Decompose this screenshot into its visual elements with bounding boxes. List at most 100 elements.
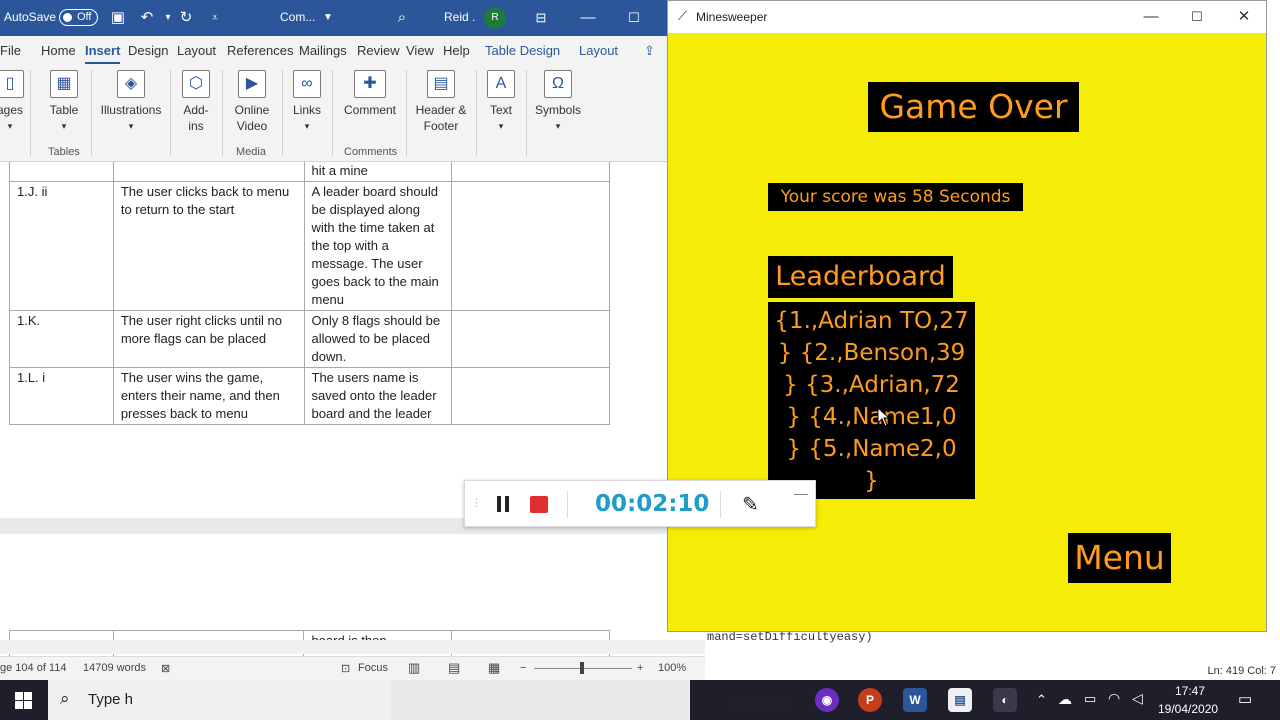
windows-start-icon[interactable] bbox=[15, 692, 32, 709]
proofing-icon[interactable]: ⊠ bbox=[161, 662, 170, 675]
table-cell-id[interactable]: 1.L. i bbox=[9, 367, 114, 425]
table-row: 1.L. i The user wins the game, enters th… bbox=[9, 367, 610, 425]
tab-help[interactable]: Help bbox=[443, 43, 470, 58]
table-button[interactable]: ▦ Table ▾ bbox=[44, 70, 84, 134]
maximize-icon[interactable]: ☐ bbox=[1187, 7, 1207, 27]
search-icon[interactable]: ⌕ bbox=[392, 8, 412, 28]
tab-references[interactable]: References bbox=[227, 43, 293, 58]
close-icon[interactable]: ✕ bbox=[1234, 7, 1254, 27]
document-canvas[interactable]: hit a mine 1.J. ii The user clicks back … bbox=[0, 162, 667, 658]
maximize-icon[interactable]: ☐ bbox=[624, 8, 644, 28]
tab-table-layout[interactable]: Layout bbox=[579, 43, 618, 58]
table-cell-result[interactable] bbox=[451, 310, 610, 368]
text-chevron-icon: ▾ bbox=[498, 121, 504, 131]
python-idle-icon[interactable]: ▤ bbox=[948, 688, 972, 712]
volume-icon[interactable]: ◁ bbox=[1132, 690, 1143, 707]
illustrations-button[interactable]: ◈ Illustrations ▾ bbox=[98, 70, 164, 134]
tab-table-design[interactable]: Table Design bbox=[485, 43, 560, 58]
zoom-in-button[interactable]: + bbox=[637, 662, 643, 674]
menu-button[interactable]: Menu bbox=[1068, 533, 1171, 583]
ribbon-display-icon[interactable]: ⊟ bbox=[531, 8, 551, 28]
table-cell-action[interactable]: The user right clicks until no more flag… bbox=[112, 310, 305, 368]
stop-icon[interactable] bbox=[530, 496, 548, 513]
code-editor[interactable]: mand=setDifficultyeasy) Ln: 419 Col: 7 bbox=[705, 630, 1280, 680]
save-icon[interactable]: ▣ bbox=[108, 8, 128, 28]
online-video-button[interactable]: ▶ Online Video bbox=[230, 70, 274, 134]
addins-button[interactable]: ⬡ Add- ins bbox=[178, 70, 214, 134]
document-name[interactable]: Com... bbox=[280, 10, 315, 24]
table-cell-result[interactable] bbox=[451, 181, 610, 311]
zoom-slider-thumb[interactable] bbox=[580, 662, 584, 674]
powerpoint-icon[interactable]: P bbox=[858, 688, 882, 712]
table-cell-id[interactable]: 1.K. bbox=[9, 310, 114, 368]
online-video-label: Online Video bbox=[234, 103, 270, 133]
pause-icon-bar[interactable] bbox=[505, 496, 509, 512]
drag-handle-icon[interactable]: ⋮ bbox=[471, 496, 482, 509]
user-name[interactable]: Reid . bbox=[444, 10, 475, 24]
tab-review[interactable]: Review bbox=[357, 43, 400, 58]
taskbar: ⌕ Type h Ln: 20 Col: 0 ◉ P W ▤ ◐ ⌃ ☁ ▭ ◠… bbox=[0, 680, 1280, 720]
minimize-icon[interactable]: — bbox=[1141, 7, 1161, 27]
code-line[interactable]: mand=setDifficultyeasy) bbox=[707, 630, 873, 644]
app-podcast-icon[interactable]: ◉ bbox=[815, 688, 839, 712]
table-cell-action[interactable] bbox=[112, 162, 305, 182]
taskbar-search-input[interactable]: ⌕ Type h bbox=[48, 680, 390, 720]
battery-icon[interactable]: ▭ bbox=[1084, 691, 1096, 707]
word-count[interactable]: 14709 words bbox=[83, 662, 146, 674]
read-mode-icon[interactable]: ▥ bbox=[408, 660, 420, 676]
tab-view[interactable]: View bbox=[406, 43, 434, 58]
zoom-out-button[interactable]: − bbox=[520, 662, 526, 674]
table-cell-expected[interactable]: hit a mine bbox=[303, 162, 453, 182]
onedrive-icon[interactable]: ☁ bbox=[1058, 691, 1072, 708]
text-label: Text bbox=[489, 103, 512, 117]
tab-layout[interactable]: Layout bbox=[177, 43, 216, 58]
tab-file[interactable]: File bbox=[0, 43, 21, 58]
word-icon[interactable]: W bbox=[903, 688, 927, 712]
table-cell-action[interactable]: The user wins the game, enters their nam… bbox=[112, 367, 305, 425]
table-cell-expected[interactable]: The users name is saved onto the leader … bbox=[303, 367, 453, 425]
autosave-toggle[interactable]: Off bbox=[59, 9, 98, 26]
table-cell-id[interactable]: 1.J. ii bbox=[9, 181, 114, 311]
print-layout-icon[interactable]: ▤ bbox=[448, 660, 460, 676]
collapse-icon[interactable]: — bbox=[794, 485, 808, 501]
tray-chevron-icon[interactable]: ⌃ bbox=[1036, 692, 1047, 708]
undo-dropdown-icon[interactable]: ▾ bbox=[158, 8, 178, 28]
links-button[interactable]: ∞ Links ▾ bbox=[290, 70, 324, 134]
pen-icon[interactable]: ✎ bbox=[742, 492, 759, 517]
undo-icon[interactable]: ↶ bbox=[137, 8, 157, 28]
pause-icon[interactable] bbox=[497, 496, 501, 512]
tab-insert[interactable]: Insert bbox=[85, 43, 121, 64]
screen-recorder-icon[interactable]: ◐ bbox=[993, 688, 1017, 712]
focus-icon[interactable]: ⊡ bbox=[341, 662, 350, 675]
pages-button[interactable]: ▯ ages ▾ bbox=[0, 70, 24, 134]
horizontal-scrollbar[interactable] bbox=[0, 640, 705, 654]
doc-name-chevron-icon[interactable]: ▼ bbox=[318, 8, 338, 28]
zoom-level[interactable]: 100% bbox=[658, 662, 686, 674]
share-icon[interactable]: ⇪ bbox=[644, 43, 655, 59]
table-cell-expected[interactable]: A leader board should be displayed along… bbox=[303, 181, 453, 311]
minimize-icon[interactable]: — bbox=[578, 8, 598, 28]
table-cell-id[interactable] bbox=[9, 162, 114, 182]
table-cell-expected[interactable]: Only 8 flags should be allowed to be pla… bbox=[303, 310, 453, 368]
comment-button[interactable]: ✚ Comment bbox=[340, 70, 400, 118]
text-button[interactable]: A Text ▾ bbox=[484, 70, 518, 134]
page-count[interactable]: ge 104 of 114 bbox=[0, 662, 66, 674]
tab-mailings[interactable]: Mailings bbox=[299, 43, 347, 58]
clock-date[interactable]: 19/04/2020 bbox=[1158, 702, 1218, 716]
clock-time[interactable]: 17:47 bbox=[1175, 684, 1205, 698]
wifi-icon[interactable]: ◠ bbox=[1108, 690, 1120, 707]
tab-design[interactable]: Design bbox=[128, 43, 168, 58]
mouse-cursor-icon bbox=[877, 407, 891, 427]
table-cell-result[interactable] bbox=[451, 162, 610, 182]
table-cell-result[interactable] bbox=[451, 367, 610, 425]
web-layout-icon[interactable]: ▦ bbox=[488, 660, 500, 676]
header-footer-button[interactable]: ▤ Header & Footer bbox=[412, 70, 470, 134]
symbols-button[interactable]: Ω Symbols ▾ bbox=[532, 70, 584, 134]
avatar[interactable]: R bbox=[484, 7, 506, 29]
table-cell-action[interactable]: The user clicks back to menu to return t… bbox=[112, 181, 305, 311]
notifications-icon[interactable]: ▭ bbox=[1238, 690, 1252, 708]
redo-icon[interactable]: ↻ bbox=[176, 8, 196, 28]
tab-home[interactable]: Home bbox=[41, 43, 76, 58]
focus-button[interactable]: Focus bbox=[358, 662, 388, 674]
customize-toolbar-icon[interactable]: ⩡ bbox=[205, 8, 225, 28]
